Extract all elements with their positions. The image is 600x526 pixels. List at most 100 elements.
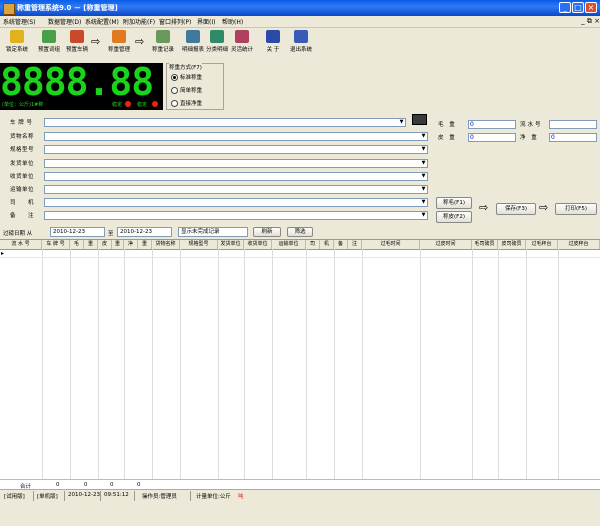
column-header[interactable]: 重: [138, 240, 152, 249]
status-label: 稳定: [137, 102, 148, 108]
column-header[interactable]: 毛司磅员: [472, 240, 498, 249]
menu-ui[interactable]: 界面(I): [197, 17, 215, 26]
column-header[interactable]: 司: [306, 240, 320, 249]
separator: [190, 491, 191, 501]
date-to-input[interactable]: 2010-12-23: [117, 227, 172, 237]
status-bar: [试用版] [单机版] 2010-12-23 09:51:12 操作员:管理员 …: [0, 489, 600, 502]
mode-standard-radio[interactable]: [171, 74, 178, 81]
totals-value: 0: [56, 482, 60, 488]
window-title: 称重管理系统9.0 － [称重管理]: [17, 4, 118, 12]
status-indicator-icon: [152, 101, 158, 107]
column-divider: [498, 249, 527, 480]
column-divider: [244, 249, 273, 480]
column-divider: [70, 249, 99, 480]
column-divider: [362, 249, 421, 480]
column-header[interactable]: 过皮秤台: [558, 240, 600, 249]
goods-input[interactable]: ▼: [44, 132, 428, 141]
gross-value: 0: [468, 120, 516, 129]
chevron-down-icon[interactable]: ▼: [420, 212, 427, 219]
save-button[interactable]: 保存(F3): [496, 203, 536, 215]
weighing-mode-group: 称重方式(F7) 标准称重 简单称重 直接净重: [166, 63, 224, 110]
refresh-button[interactable]: 刷新: [253, 227, 281, 237]
totals-value: 0: [84, 482, 88, 488]
column-header[interactable]: 皮: [98, 240, 112, 249]
column-header[interactable]: 过毛秤台: [526, 240, 558, 249]
column-header[interactable]: 车 牌 号: [42, 240, 70, 249]
title-bar: 称重管理系统9.0 － [称重管理] _ □ ×: [0, 0, 600, 16]
menu-extra[interactable]: 附加功能(F): [123, 17, 155, 26]
flexible-stats-button[interactable]: 灵活统计: [225, 30, 259, 53]
weight-readout: 8888.88: [0, 63, 154, 104]
filter-button[interactable]: 筛选: [287, 227, 313, 237]
maximize-button[interactable]: □: [572, 2, 584, 13]
menu-help[interactable]: 帮助(H): [222, 17, 243, 26]
chevron-down-icon[interactable]: ▼: [420, 199, 427, 206]
weigh-gross-button[interactable]: 称毛(F1): [436, 197, 472, 209]
trial-badge: [试用版]: [4, 494, 25, 500]
mode-legend: 称重方式(F7): [169, 63, 202, 71]
driver-label: 司 机: [10, 200, 35, 206]
column-header[interactable]: 机: [320, 240, 334, 249]
column-header[interactable]: 毛: [70, 240, 84, 249]
menu-data[interactable]: 数据管理(D): [48, 17, 81, 26]
column-header[interactable]: 皮司磅员: [498, 240, 526, 249]
column-header[interactable]: 注: [348, 240, 362, 249]
weighing-manage-button[interactable]: 称重管理: [102, 30, 136, 53]
records-icon: [156, 30, 170, 43]
column-header[interactable]: 备: [334, 240, 348, 249]
stable-indicator-icon: [125, 101, 131, 107]
chevron-down-icon[interactable]: ▼: [420, 186, 427, 193]
column-header[interactable]: 发货单位: [218, 240, 244, 249]
mode-net-radio[interactable]: [171, 100, 178, 107]
mode-simple-radio[interactable]: [171, 87, 178, 94]
column-divider: [306, 249, 335, 480]
column-header[interactable]: 过毛时间: [362, 240, 420, 249]
column-header[interactable]: 运输单位: [272, 240, 306, 249]
column-header[interactable]: 规格型号: [180, 240, 218, 249]
chevron-down-icon[interactable]: ▼: [420, 173, 427, 180]
preset-vehicles-button[interactable]: 预置车辆: [60, 30, 94, 53]
close-button[interactable]: ×: [585, 2, 597, 13]
separator: [134, 491, 135, 501]
receiver-input[interactable]: ▼: [44, 172, 428, 181]
column-header[interactable]: 重: [84, 240, 98, 249]
spec-label: 规格型号: [10, 147, 35, 153]
chevron-down-icon[interactable]: ▼: [420, 146, 427, 153]
category-icon: [210, 30, 224, 43]
plate-input[interactable]: ▼: [44, 118, 406, 127]
column-divider: [334, 249, 363, 480]
lock-system-button[interactable]: 锁定系统: [0, 30, 34, 53]
weigh-tare-button[interactable]: 称皮(F2): [436, 211, 472, 223]
chevron-down-icon[interactable]: ▼: [398, 119, 405, 126]
arrow-icon: ⇨: [479, 201, 489, 214]
driver-input[interactable]: ▼: [44, 198, 428, 207]
menu-system[interactable]: 系统管理(S): [3, 17, 36, 26]
column-header[interactable]: 过皮时间: [420, 240, 472, 249]
exit-system-button[interactable]: 退出系统: [284, 30, 318, 53]
status-unit: 计量单位:公斤: [196, 494, 231, 500]
chevron-down-icon[interactable]: ▼: [420, 133, 427, 140]
remark-input[interactable]: ▼: [44, 211, 428, 220]
sender-input[interactable]: ▼: [44, 159, 428, 168]
column-header[interactable]: 流 水 号: [0, 240, 42, 249]
column-header[interactable]: 收货单位: [244, 240, 272, 249]
menu-window[interactable]: 窗口排列(P): [159, 17, 191, 26]
weighing-records-button[interactable]: 称重记录: [146, 30, 180, 53]
arrow-icon: ⇨: [91, 35, 101, 48]
minimize-button[interactable]: _: [559, 2, 571, 13]
print-button[interactable]: 打印(F5): [555, 203, 597, 215]
card-reader-icon[interactable]: [412, 114, 427, 125]
column-header[interactable]: 货物名称: [152, 240, 180, 249]
menu-config[interactable]: 系统配置(M): [85, 17, 119, 26]
date-from-input[interactable]: 2010-12-23: [50, 227, 105, 237]
column-header[interactable]: 净: [124, 240, 138, 249]
spec-input[interactable]: ▼: [44, 145, 428, 154]
records-table[interactable]: 流 水 号 车 牌 号 毛 重 皮 重 净 重 货物名称 规格型号 发货单位 收…: [0, 239, 600, 491]
table-row[interactable]: [0, 257, 600, 258]
column-header[interactable]: 重: [112, 240, 124, 249]
chevron-down-icon[interactable]: ▼: [420, 160, 427, 167]
separator: [64, 491, 65, 501]
show-filter-select[interactable]: 显示未完成记录: [178, 227, 248, 237]
transport-input[interactable]: ▼: [44, 185, 428, 194]
mdi-window-controls[interactable]: _ ⧉ ×: [581, 17, 600, 26]
